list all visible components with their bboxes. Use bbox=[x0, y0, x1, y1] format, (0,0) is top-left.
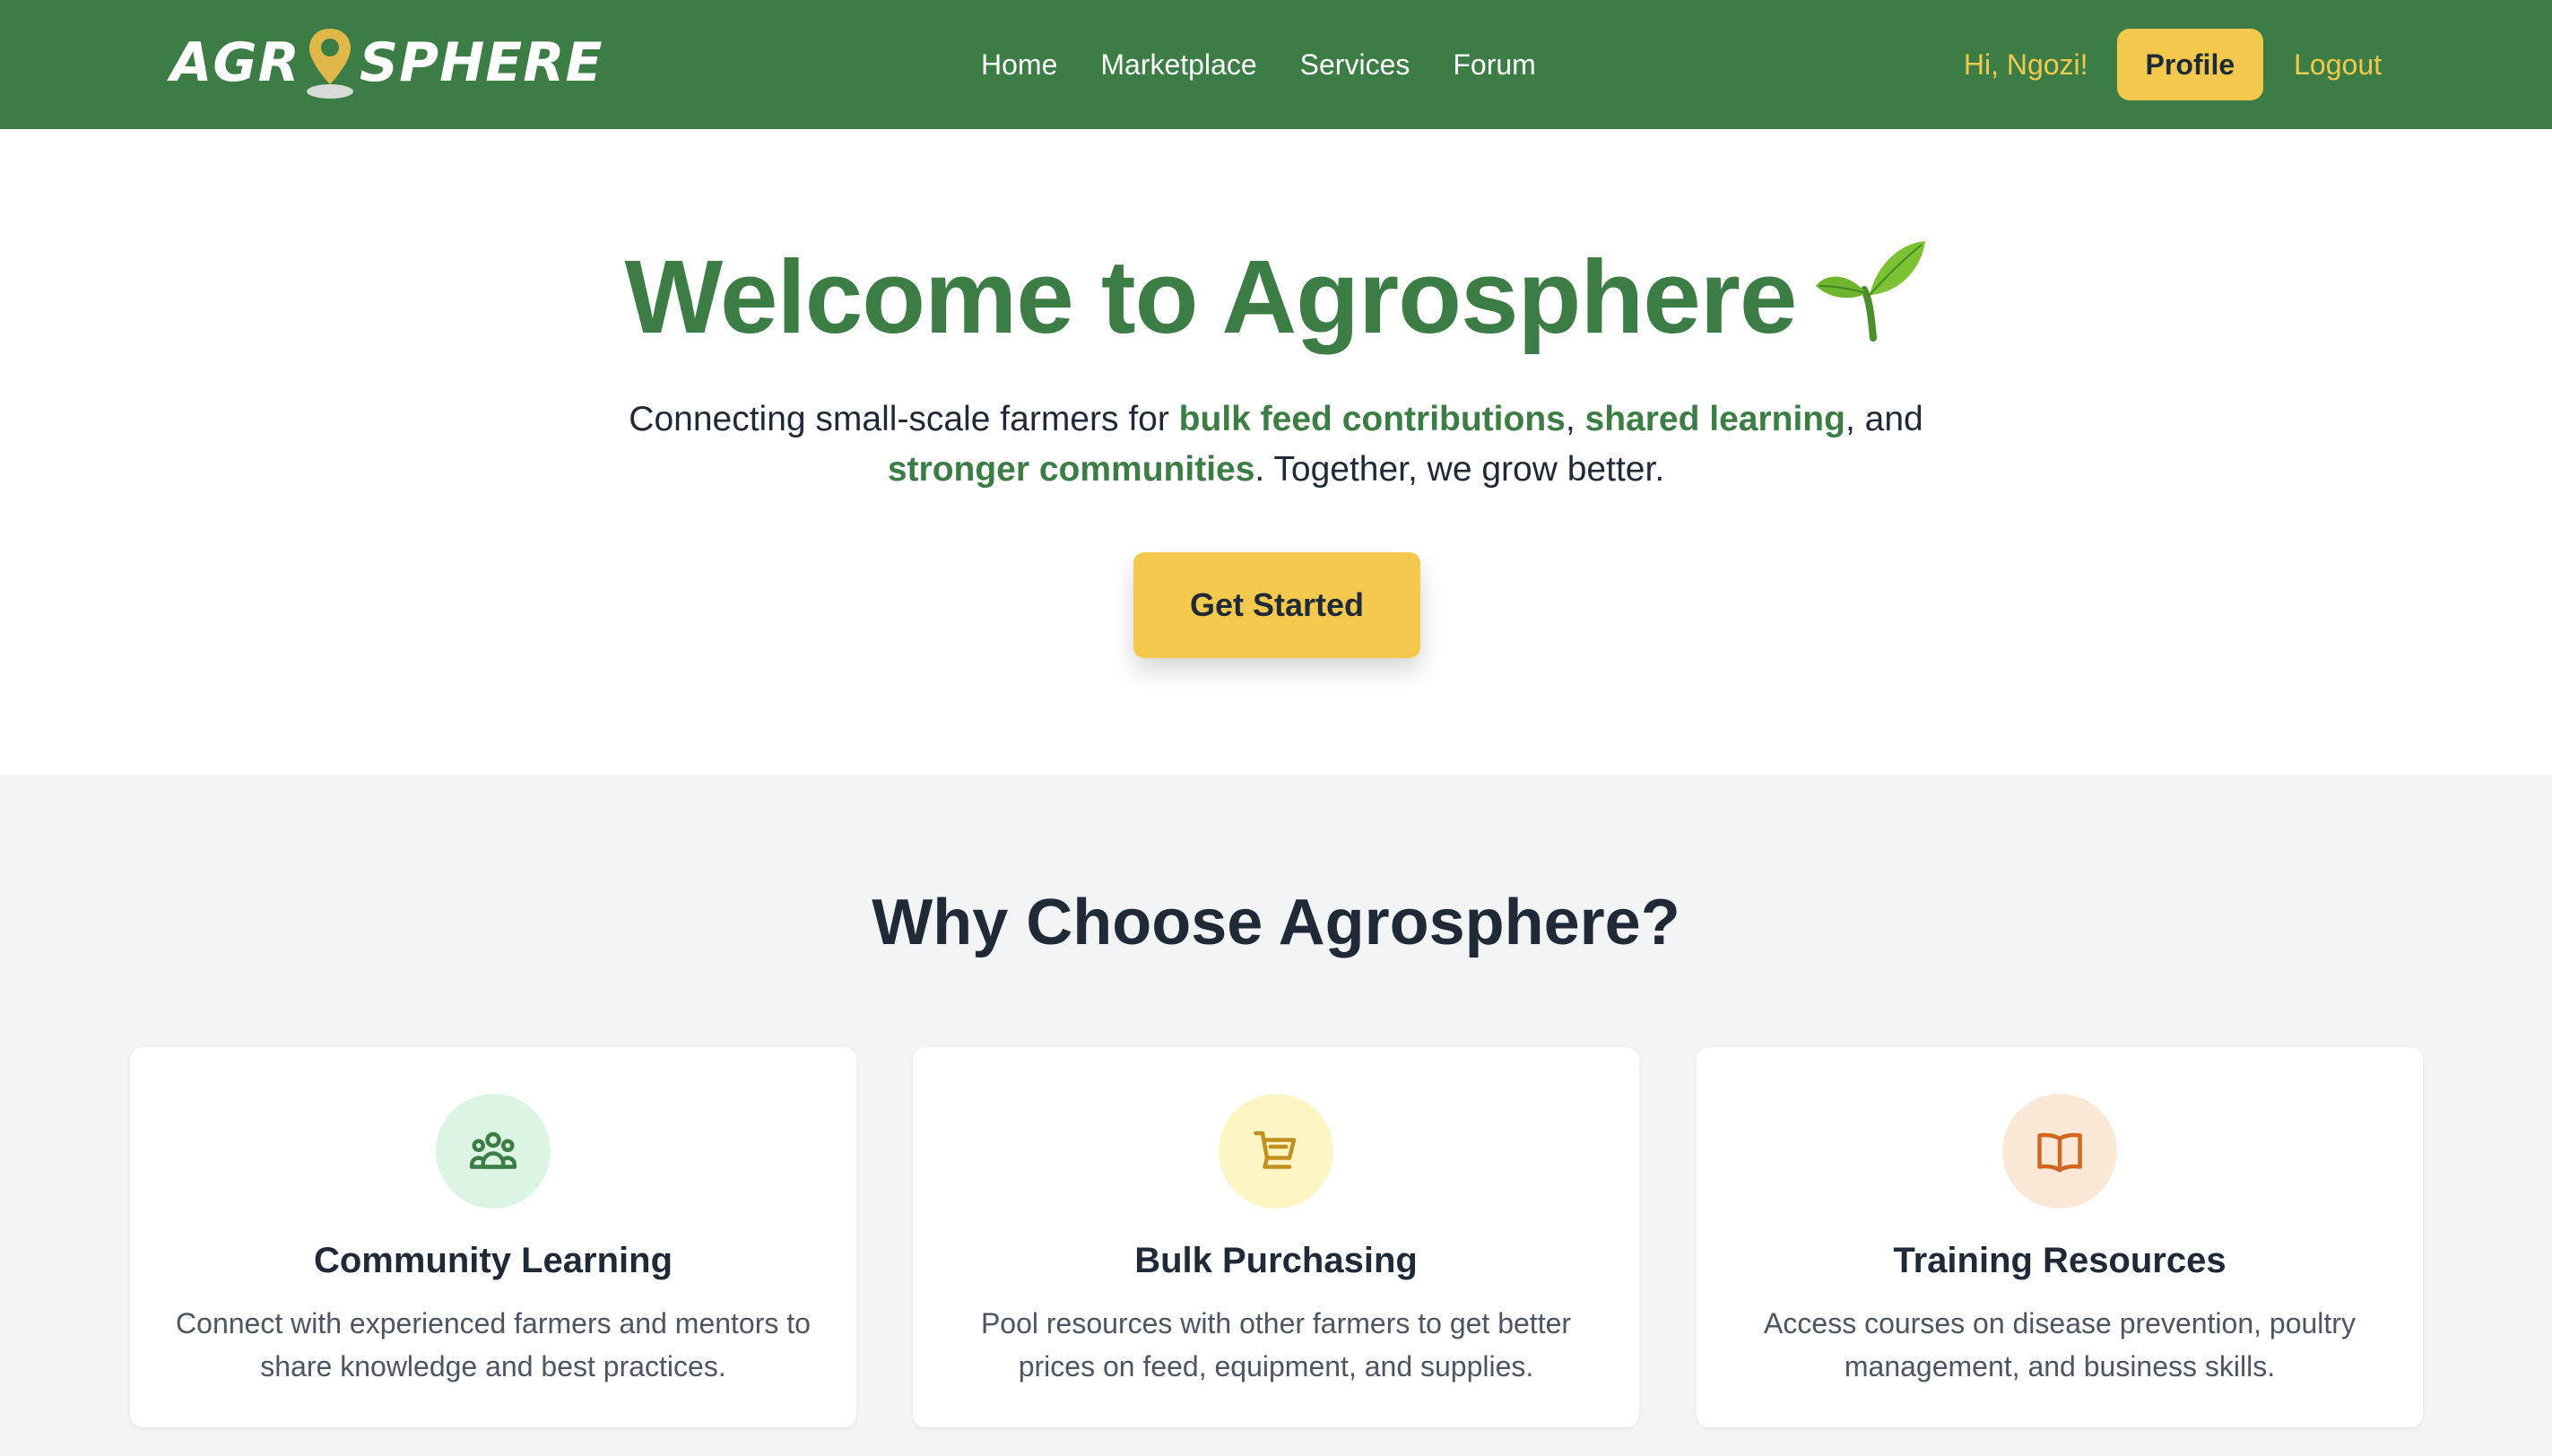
hero-subtitle: Connecting small-scale farmers for bulk … bbox=[559, 394, 1993, 495]
hero-subtitle-text-4: . Together, we grow better. bbox=[1254, 450, 1665, 489]
get-started-button[interactable]: Get Started bbox=[1133, 552, 1420, 658]
seedling-icon bbox=[1816, 241, 1926, 342]
hero-subtitle-text-1: Connecting small-scale farmers for bbox=[629, 400, 1179, 438]
feature-icon-circle bbox=[1219, 1094, 1333, 1209]
user-greeting: Hi, Ngozi! bbox=[1963, 48, 2088, 81]
logout-link[interactable]: Logout bbox=[2294, 48, 2382, 82]
hero-section: Welcome to Agrosphere Connecting small-s… bbox=[0, 129, 2552, 775]
hero-subtitle-text-2: , bbox=[1565, 400, 1585, 438]
logo-text-left: AGR bbox=[170, 31, 300, 94]
feature-title: Bulk Purchasing bbox=[1134, 1241, 1418, 1280]
location-pin-icon bbox=[306, 29, 353, 99]
feature-card-training-resources: Training Resources Access courses on dis… bbox=[1697, 1047, 2423, 1427]
highlight-bulk-feed: bulk feed contributions bbox=[1178, 400, 1566, 438]
feature-title: Community Learning bbox=[313, 1241, 673, 1280]
highlight-shared-learning: shared learning bbox=[1584, 400, 1845, 438]
nav-link-forum[interactable]: Forum bbox=[1453, 48, 1535, 82]
main-nav: Home Marketplace Services Forum bbox=[981, 0, 1579, 129]
top-navbar: AGR SPHERE Home Marketplace Services For… bbox=[0, 0, 2552, 129]
user-menu: Hi, Ngozi! Profile Logout bbox=[1964, 0, 2382, 129]
nav-link-marketplace[interactable]: Marketplace bbox=[1100, 48, 1256, 82]
feature-card-bulk-purchasing: Bulk Purchasing Pool resources with othe… bbox=[913, 1047, 1639, 1427]
features-title: Why Choose Agrosphere? bbox=[872, 887, 1680, 958]
logo-text-right: SPHERE bbox=[359, 31, 603, 94]
book-icon bbox=[2037, 1132, 2082, 1173]
hero-subtitle-text-3: , and bbox=[1845, 400, 1923, 438]
feature-description: Pool resources with other farmers to get… bbox=[980, 1307, 1572, 1382]
feature-card-community-learning: Community Learning Connect with experien… bbox=[130, 1047, 856, 1427]
users-icon bbox=[470, 1131, 516, 1169]
cart-icon bbox=[1254, 1131, 1297, 1169]
highlight-stronger-communities: stronger communities bbox=[887, 450, 1255, 489]
agrosphere-logo[interactable]: AGR SPHERE bbox=[170, 25, 603, 100]
feature-title: Training Resources bbox=[1893, 1241, 2226, 1280]
features-section: Why Choose Agrosphere? Community Learnin… bbox=[0, 775, 2552, 1456]
feature-icon-circle bbox=[436, 1094, 551, 1209]
feature-description: Connect with experienced farmers and men… bbox=[176, 1307, 811, 1382]
hero-title-text: Welcome to Agrosphere bbox=[624, 238, 1798, 355]
feature-description: Access courses on disease prevention, po… bbox=[1764, 1307, 2356, 1382]
nav-link-services[interactable]: Services bbox=[1300, 48, 1411, 82]
feature-icon-circle bbox=[2002, 1094, 2117, 1209]
profile-button[interactable]: Profile bbox=[2116, 29, 2264, 100]
hero-title: Welcome to Agrosphere bbox=[0, 237, 2552, 357]
nav-link-home[interactable]: Home bbox=[981, 48, 1057, 82]
